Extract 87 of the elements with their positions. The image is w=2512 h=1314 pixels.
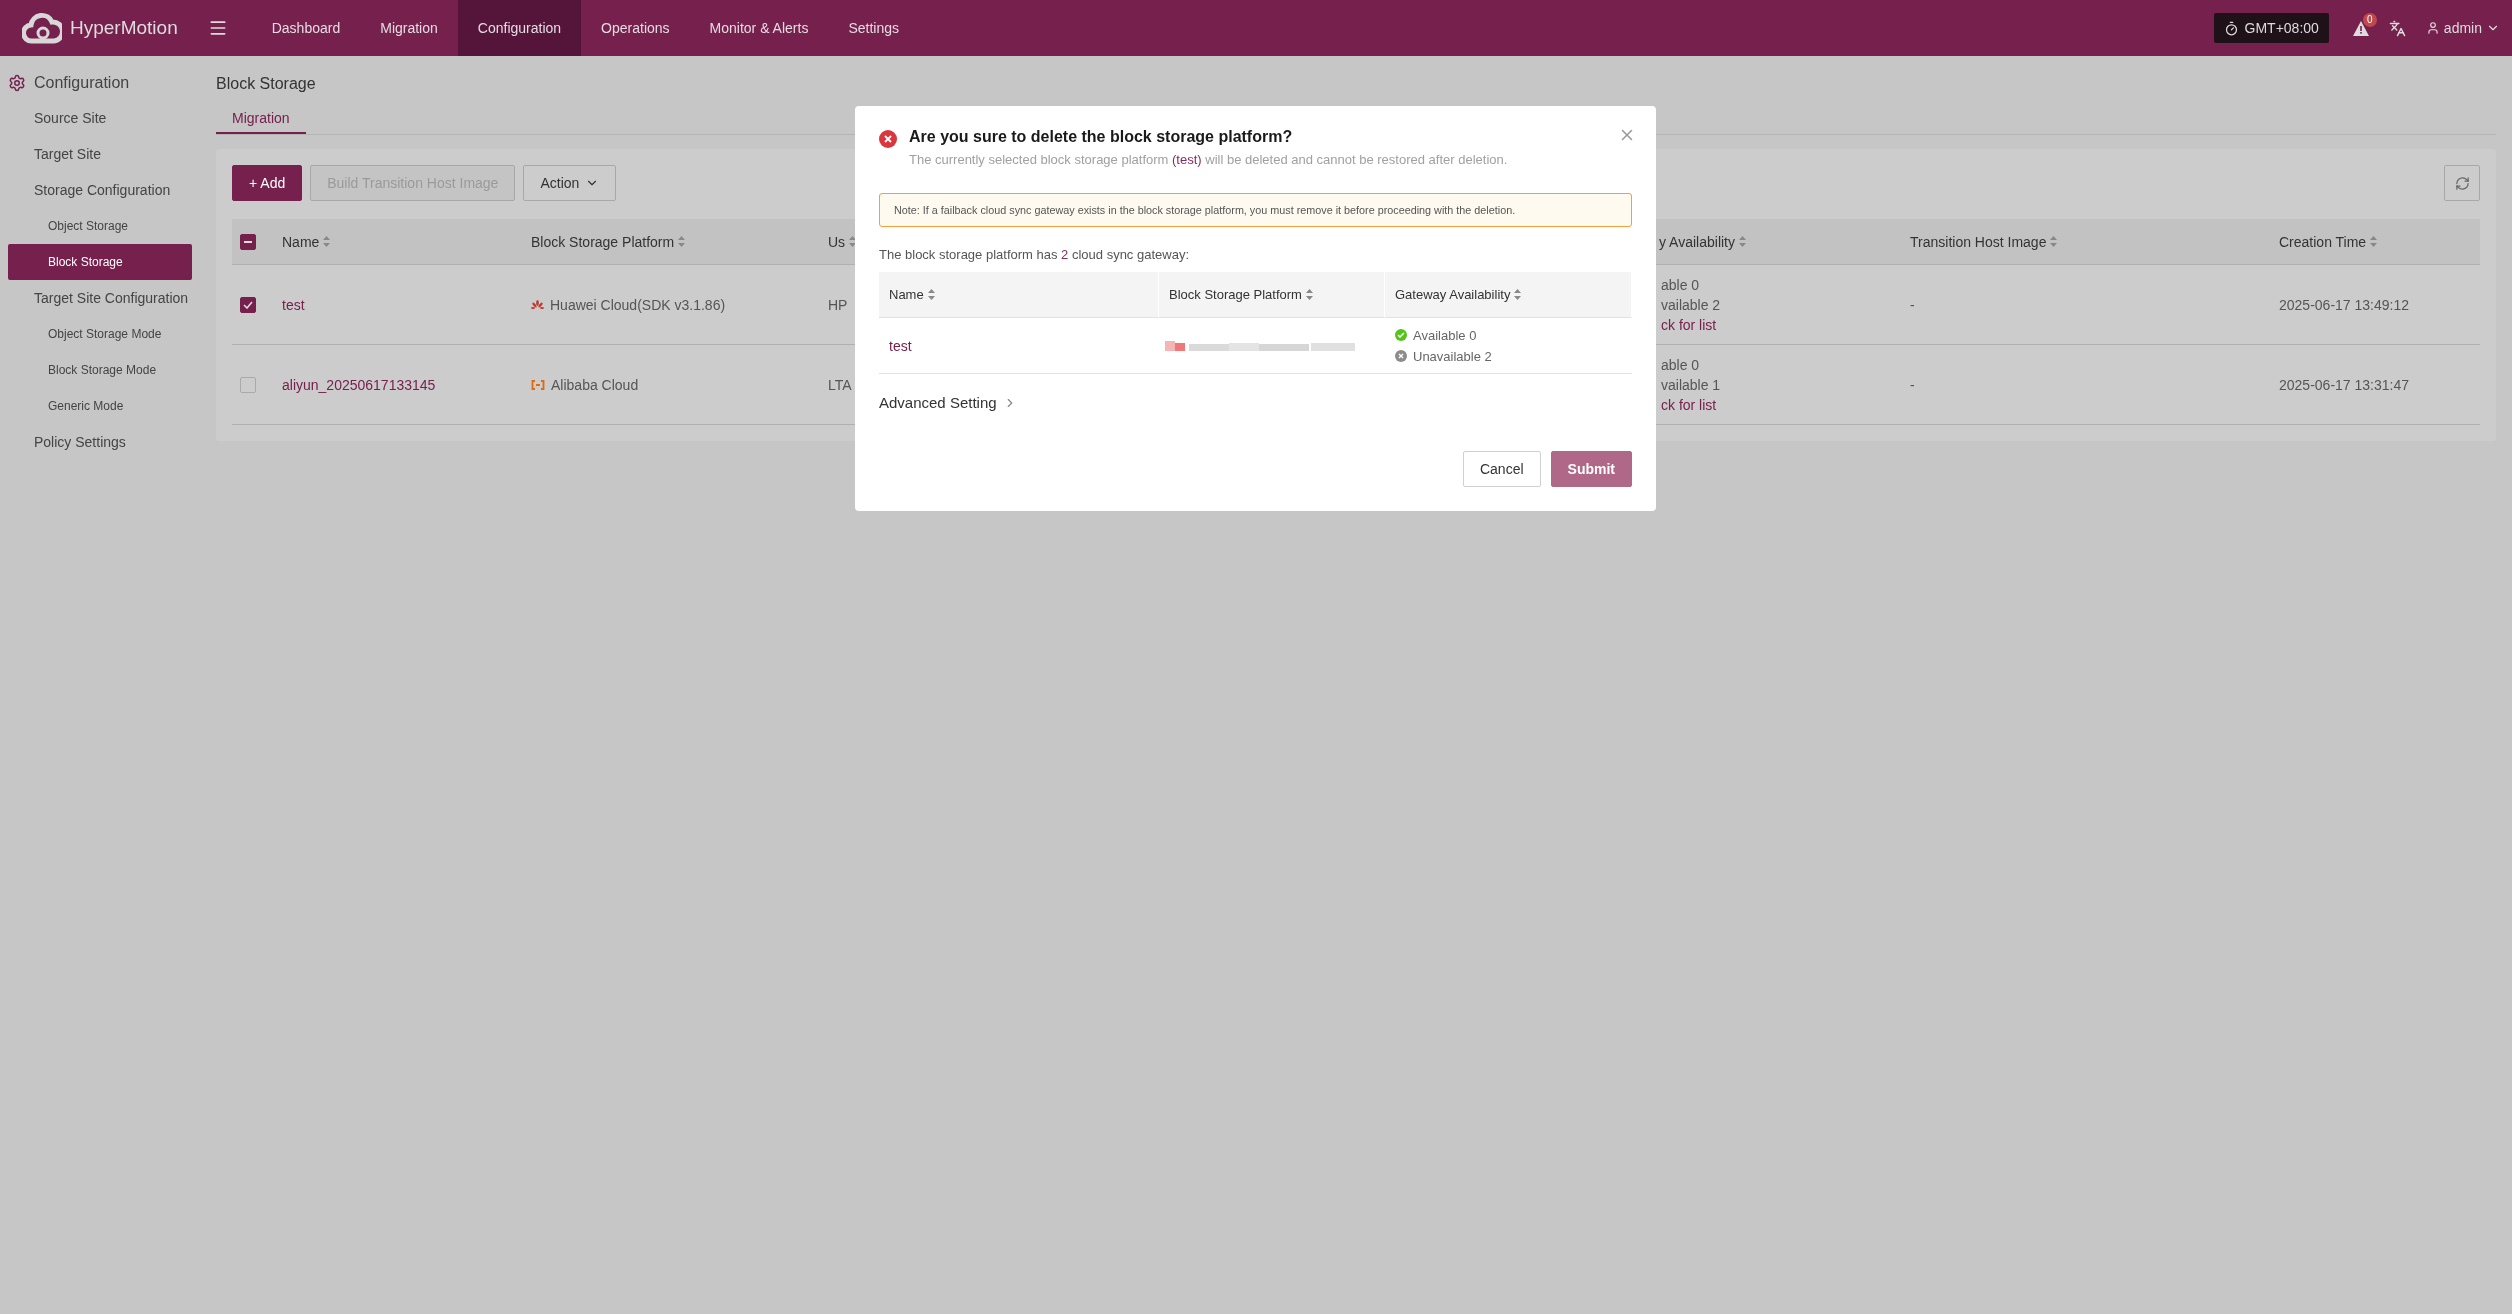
list-link[interactable]: ck for list — [1661, 396, 1717, 413]
availability-status: Unavailable 2 — [1413, 348, 1492, 364]
advanced-setting-toggle[interactable]: Advanced Setting — [879, 394, 1632, 411]
column-header: Block Storage Platform — [1169, 287, 1302, 302]
cloud-logo-icon — [22, 11, 62, 45]
column-header: Transition Host Image — [1910, 233, 2047, 250]
row-checkbox[interactable] — [240, 296, 256, 313]
nav-tab[interactable]: Settings — [828, 0, 919, 56]
table-cell: HP — [828, 296, 848, 313]
column-header: Gateway Availability — [1395, 287, 1511, 302]
refresh-icon — [2454, 175, 2470, 191]
table-cell: vailable 1 — [1661, 376, 1721, 393]
sidebar-item[interactable]: Generic Mode — [8, 388, 192, 424]
nav-tab[interactable]: Operations — [581, 0, 690, 56]
minus-icon — [244, 240, 252, 243]
toolbar-button[interactable]: + Add — [232, 165, 303, 201]
nav-tab[interactable]: Dashboard — [251, 0, 361, 56]
user-icon — [2425, 21, 2440, 35]
sort-icon[interactable] — [2370, 236, 2378, 247]
list-link[interactable]: ck for list — [1661, 316, 1717, 333]
check-icon — [243, 300, 253, 309]
sidebar-title: Configuration — [34, 74, 130, 92]
sidebar-item[interactable]: Target Site — [8, 136, 192, 172]
nav-tab[interactable]: Configuration — [457, 0, 582, 56]
table-cell: LTA — [828, 376, 852, 393]
check-circle-icon — [1395, 329, 1407, 341]
column-header: Creation Time — [2279, 233, 2367, 250]
submit-button[interactable]: Submit — [1550, 451, 1632, 487]
nav-tab[interactable]: Migration — [360, 0, 458, 56]
sidebar-item[interactable]: Storage Configuration — [8, 172, 192, 208]
table-cell: vailable 2 — [1661, 296, 1721, 313]
page-title: Block Storage — [216, 74, 317, 94]
refresh-button[interactable] — [2444, 165, 2480, 201]
action-dropdown[interactable]: Action — [523, 165, 617, 201]
column-header: Block Storage Platform — [531, 233, 675, 250]
select-all-checkbox[interactable] — [240, 233, 256, 250]
availability-status: Available 0 — [1413, 327, 1477, 343]
user-menu[interactable]: admin — [2425, 20, 2500, 36]
table-cell: able 0 — [1661, 356, 1700, 373]
column-header: Name — [282, 233, 320, 250]
table-cell: 2025-06-17 13:49:12 — [2279, 296, 2409, 313]
sort-icon[interactable] — [323, 236, 331, 247]
translate-icon[interactable] — [2388, 19, 2406, 37]
bracket-logo-icon — [531, 379, 545, 390]
sidebar-item[interactable]: Target Site Configuration — [8, 280, 192, 316]
cancel-button[interactable]: Cancel — [1462, 451, 1541, 487]
sort-icon[interactable] — [1739, 236, 1746, 247]
sort-icon[interactable] — [1305, 289, 1313, 300]
sidebar-item[interactable]: Block Storage — [8, 244, 192, 280]
alert-count-badge: 0 — [2362, 12, 2377, 27]
column-header: y Availability — [1659, 233, 1735, 250]
table-cell: - — [1910, 376, 1915, 393]
dialog-message: The currently selected block storage platform (test) will be deleted and cannot be restored after deletion. — [909, 152, 1508, 167]
timezone-button[interactable]: GMT+08:00 — [2213, 13, 2329, 43]
sidebar-item[interactable]: Object Storage Mode — [8, 316, 192, 352]
table-cell: able 0 — [1661, 276, 1700, 293]
nav-tab[interactable]: Monitor & Alerts — [689, 0, 829, 56]
sidebar-item[interactable]: Block Storage Mode — [8, 352, 192, 388]
column-header: Us — [828, 233, 846, 250]
timer-icon — [2223, 20, 2239, 36]
dialog-title: Are you sure to delete the block storage platform? — [909, 128, 1294, 146]
warning-note: Note: If a failback cloud sync gateway exists in the block storage platform, you must remove it before proceeding with the deletion. — [879, 193, 1632, 227]
brand-name: HyperMotion — [70, 17, 178, 39]
column-header: Name — [889, 287, 924, 302]
x-circle-icon — [1395, 350, 1407, 362]
name-link[interactable]: aliyun_20250617133145 — [282, 376, 436, 393]
sidebar-item[interactable]: Policy Settings — [8, 424, 192, 460]
name-link[interactable]: test — [889, 337, 1159, 354]
petal-logo-icon — [531, 299, 544, 310]
sidebar-item[interactable]: Object Storage — [8, 208, 192, 244]
warning-icon[interactable] — [2352, 20, 2369, 36]
table-cell: 2025-06-17 13:31:47 — [2279, 376, 2409, 393]
gateway-count-text: The block storage platform has 2 cloud sync gateway: — [879, 247, 1190, 262]
table-cell: Huawei Cloud(SDK v3.1.86) — [550, 296, 726, 313]
page-tab[interactable]: Migration — [216, 104, 306, 134]
error-icon — [879, 130, 897, 148]
table-cell: - — [1910, 296, 1915, 313]
name-link[interactable]: test — [282, 296, 305, 313]
sort-icon[interactable] — [927, 289, 935, 300]
sort-icon[interactable] — [2050, 236, 2058, 247]
sort-icon[interactable] — [1514, 289, 1522, 300]
sort-icon[interactable] — [678, 236, 686, 247]
table-cell: Alibaba Cloud — [551, 376, 639, 393]
row-checkbox[interactable] — [240, 376, 256, 393]
sort-icon[interactable] — [849, 236, 857, 247]
sidebar-item[interactable]: Source Site — [8, 100, 192, 136]
gear-icon — [8, 74, 26, 92]
